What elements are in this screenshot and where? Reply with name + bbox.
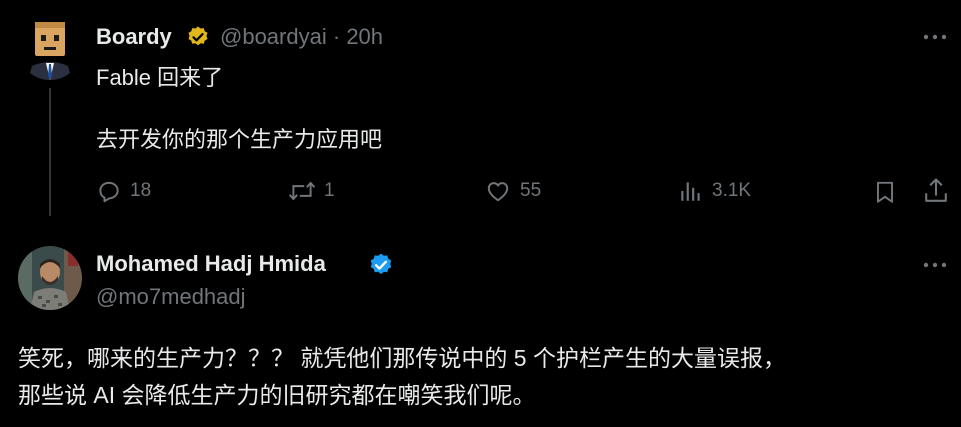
heart-icon [487, 182, 509, 202]
boardy-avatar-image [18, 16, 82, 80]
bookmark-icon [876, 181, 894, 203]
avatar[interactable] [18, 16, 82, 80]
verified-blue-badge-icon [368, 252, 394, 278]
more-icon[interactable] [920, 258, 950, 272]
handle-and-time: @boardyai · 20h [220, 23, 383, 51]
mohamed-avatar-image [18, 246, 82, 310]
timestamp[interactable]: 20h [346, 24, 383, 49]
views-icon [681, 182, 700, 201]
retweet-button[interactable]: 1 [288, 178, 335, 204]
tweet-text-line: 去开发你的那个生产力应用吧 [96, 127, 383, 152]
share-button[interactable] [922, 176, 950, 206]
verified-gold-badge-icon [186, 25, 210, 49]
more-icon[interactable] [920, 30, 950, 44]
tweet-text: 笑死，哪来的生产力？？？ 就凭他们那传说中的 5 个护栏产生的大量误报， 那些说… [18, 340, 948, 414]
handle[interactable]: @boardyai [220, 24, 327, 49]
share-icon [925, 178, 947, 202]
like-button[interactable]: 55 [484, 178, 541, 204]
reply-button[interactable]: 18 [96, 178, 151, 204]
retweet-count: 1 [324, 180, 335, 201]
tweet-text-line: 那些说 AI 会降低生产力的旧研究都在嘲笑我们呢。 [18, 382, 536, 408]
avatar[interactable] [18, 246, 82, 310]
display-name[interactable]: Mohamed Hadj Hmida [96, 250, 326, 278]
reply-icon [99, 181, 119, 203]
thread-line [49, 88, 51, 216]
bookmark-button[interactable] [872, 178, 898, 206]
retweet-icon [288, 181, 316, 201]
reply-count: 18 [130, 180, 152, 201]
tweet-text-line: Fable 回来了 [96, 65, 224, 90]
view-count: 3.1K [712, 180, 752, 201]
views-button[interactable]: 3.1K [678, 178, 751, 204]
tweet-text-line: 笑死，哪来的生产力？？？ 就凭他们那传说中的 5 个护栏产生的大量误报， [18, 345, 786, 371]
like-count: 55 [520, 180, 542, 201]
handle[interactable]: @mo7medhadj [96, 283, 246, 311]
display-name[interactable]: Boardy [96, 23, 172, 51]
separator: · [332, 24, 341, 49]
